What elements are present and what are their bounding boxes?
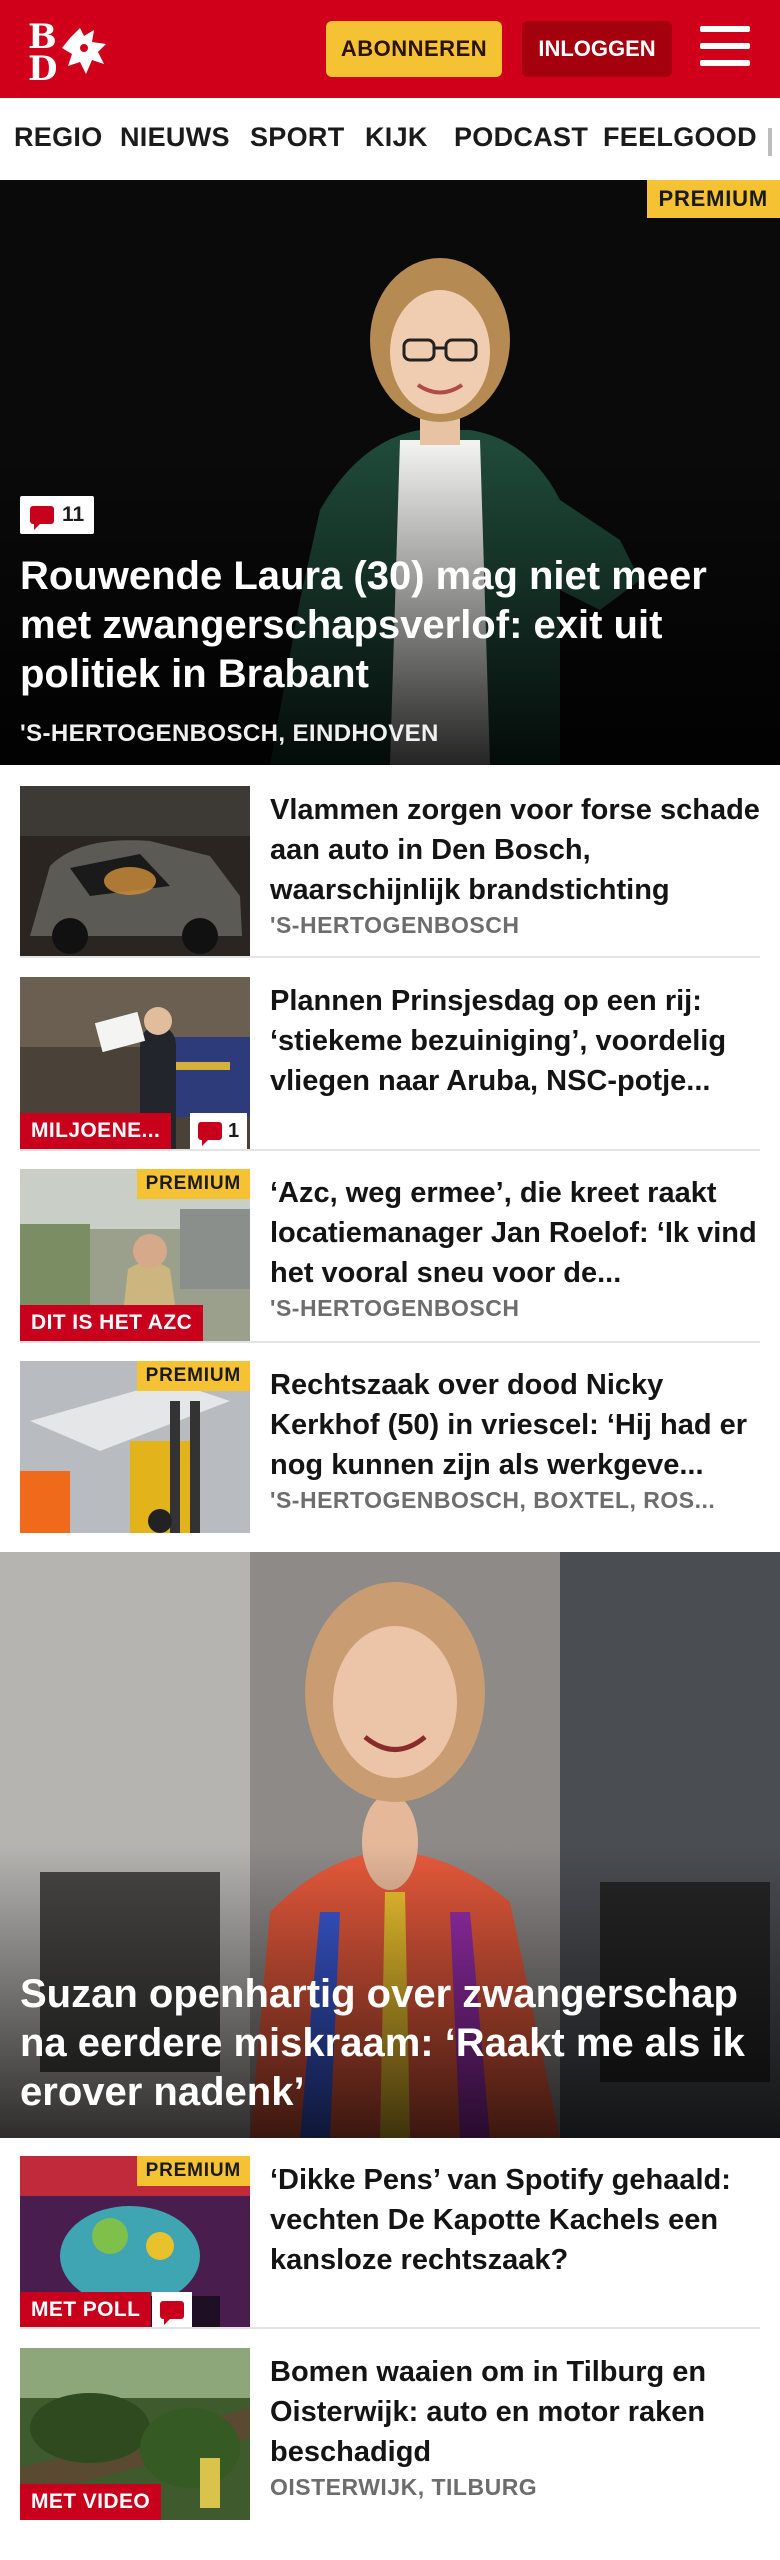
hero-headline[interactable]: Rouwende Laura (30) mag niet meer met zw… <box>20 552 756 699</box>
subscribe-button[interactable]: ABONNEREN <box>326 21 502 77</box>
list-item[interactable]: PREMIUM MET POLL ‘Dikke Pens’ van Spotif… <box>20 2156 760 2328</box>
premium-badge: PREMIUM <box>136 2156 250 2186</box>
comment-icon <box>30 506 54 530</box>
article-title[interactable]: Vlammen zorgen voor forse schade aan aut… <box>270 790 760 910</box>
topic-label[interactable]: MET POLL <box>20 2292 152 2328</box>
article-thumbnail <box>20 786 250 958</box>
nav-item-kijk[interactable]: KIJK <box>365 122 428 153</box>
comment-indicator[interactable] <box>152 2292 192 2328</box>
nav-overflow-hint <box>768 128 772 156</box>
article-thumbnail: PREMIUM MET POLL <box>20 2156 250 2328</box>
hamburger-menu-icon[interactable] <box>700 26 750 72</box>
bd-logo[interactable]: B D <box>26 18 116 82</box>
svg-text:D: D <box>28 49 57 82</box>
comment-count[interactable]: 11 <box>20 496 95 534</box>
nav-item-sport[interactable]: SPORT <box>250 122 345 153</box>
premium-badge: PREMIUM <box>136 1361 250 1391</box>
list-item[interactable]: Vlammen zorgen voor forse schade aan aut… <box>20 786 760 958</box>
premium-badge: PREMIUM <box>646 180 780 218</box>
comment-icon <box>160 2301 184 2325</box>
list-item[interactable]: PREMIUM DIT IS HET AZC ‘Azc, weg ermee’,… <box>20 1169 760 1341</box>
comment-count[interactable]: 1 <box>190 1113 248 1149</box>
topic-label[interactable]: DIT IS HET AZC <box>20 1305 204 1341</box>
nav-item-podcast[interactable]: PODCAST <box>454 122 588 153</box>
article-thumbnail: PREMIUM DIT IS HET AZC <box>20 1169 250 1341</box>
nav-item-feelgood[interactable]: FEELGOOD <box>603 122 757 153</box>
premium-badge: PREMIUM <box>136 1169 250 1199</box>
hero-article-suzan[interactable]: Suzan openhartig over zwangerschap na ee… <box>0 1552 780 2138</box>
divider <box>20 2327 760 2329</box>
comment-count-value: 11 <box>62 503 85 526</box>
nav-item-nieuws[interactable]: NIEUWS <box>120 122 230 153</box>
hero-headline[interactable]: Suzan openhartig over zwangerschap na ee… <box>20 1970 756 2117</box>
divider <box>20 1341 760 1343</box>
article-location: OISTERWIJK, TILBURG <box>270 2474 538 2500</box>
top-bar: B D ABONNEREN INLOGGEN <box>0 0 780 98</box>
hero-article-laura[interactable]: PREMIUM 11 Rouwende Laura (30) mag niet … <box>0 180 780 765</box>
divider <box>20 956 760 958</box>
article-title[interactable]: Bomen waaien om in Tilburg en Oisterwijk… <box>270 2352 760 2472</box>
comment-count-value: 1 <box>228 1119 240 1142</box>
list-item[interactable]: MILJOENE... 1 Plannen Prinsjesdag op een… <box>20 977 760 1149</box>
article-location: 'S-HERTOGENBOSCH <box>270 1295 520 1321</box>
article-title[interactable]: ‘Dikke Pens’ van Spotify gehaald: vechte… <box>270 2160 760 2280</box>
topic-label[interactable]: MILJOENE... <box>20 1113 172 1149</box>
topic-label[interactable]: MET VIDEO <box>20 2484 162 2520</box>
divider <box>20 1149 760 1151</box>
article-location: 'S-HERTOGENBOSCH, BOXTEL, ROS... <box>270 1487 716 1513</box>
article-title[interactable]: ‘Azc, weg ermee’, die kreet raakt locati… <box>270 1173 760 1293</box>
article-thumbnail: MILJOENE... 1 <box>20 977 250 1149</box>
article-title[interactable]: Plannen Prinsjesdag op een rij: ‘stiekem… <box>270 981 760 1101</box>
section-nav: REGIO NIEUWS SPORT KIJK PODCAST FEELGOOD <box>0 98 780 181</box>
list-item[interactable]: PREMIUM Rechtszaak over dood Nicky Kerkh… <box>20 1361 760 1533</box>
article-title[interactable]: Rechtszaak over dood Nicky Kerkhof (50) … <box>270 1365 760 1485</box>
article-thumbnail: MET VIDEO <box>20 2348 250 2520</box>
hero-location: 'S-HERTOGENBOSCH, EINDHOVEN <box>20 720 439 747</box>
comment-icon <box>198 1122 222 1146</box>
nav-item-regio[interactable]: REGIO <box>14 122 103 153</box>
list-item[interactable]: MET VIDEO Bomen waaien om in Tilburg en … <box>20 2348 760 2520</box>
login-button[interactable]: INLOGGEN <box>522 21 672 77</box>
article-location: 'S-HERTOGENBOSCH <box>270 912 520 938</box>
article-thumbnail: PREMIUM <box>20 1361 250 1533</box>
